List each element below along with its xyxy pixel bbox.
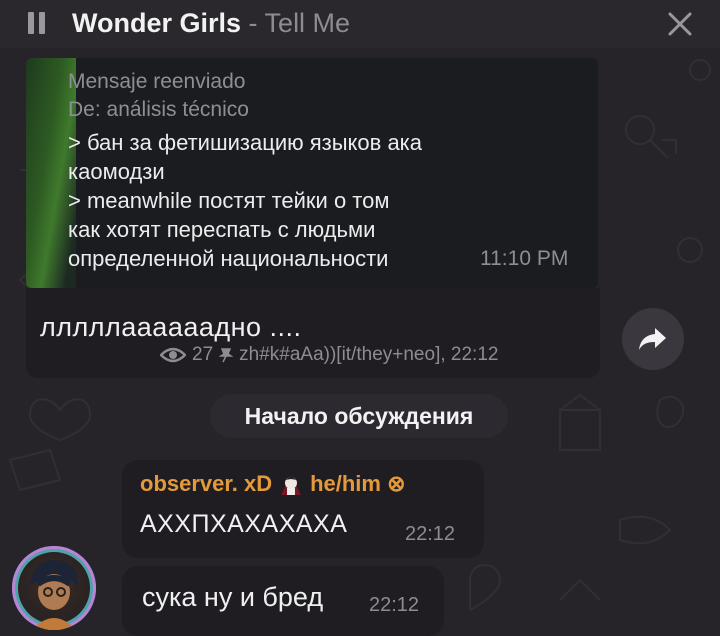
author-pronouns: he/him ⊗ <box>310 471 406 496</box>
comment-text: сука ну и бред <box>142 582 324 612</box>
forwarded-text: > бан за фетишизацию языков ака каомодзи… <box>68 130 423 271</box>
post-signature: zh#k#aAa))[it/they+neo], 22:12 <box>239 344 499 365</box>
song-artist: Tell Me <box>264 8 351 38</box>
post-meta: 27 zh#k#aAa))[it/they+neo], 22:12 <box>160 344 498 366</box>
pin-icon <box>219 348 234 363</box>
comment-text: АХХПХАХАХАХА <box>140 510 348 538</box>
vampire-emoji-icon <box>281 475 302 495</box>
title-separator: - <box>241 8 265 38</box>
comment-time: 22:12 <box>405 523 456 545</box>
share-arrow-icon <box>639 328 666 350</box>
avatar[interactable] <box>12 546 96 630</box>
now-playing-title: Wonder Girls - Tell Me <box>72 8 350 39</box>
author-name: observer. xD <box>140 471 273 496</box>
eye-icon <box>160 347 186 363</box>
discussion-start-label: Начало обсуждения <box>210 394 508 438</box>
comment-time: 22:12 <box>369 594 420 616</box>
post-text: ллллла​ааааадно .... <box>40 312 302 342</box>
player-header: Wonder Girls - Tell Me <box>0 0 720 48</box>
song-title: Wonder Girls <box>72 8 242 38</box>
forwarded-label: Mensaje reenviado <box>68 70 246 93</box>
forwarded-time: 11:10 PM <box>480 247 569 270</box>
pause-icon[interactable] <box>26 12 48 34</box>
forwarded-from[interactable]: De: análisis técnico <box>68 98 249 122</box>
avatar-illustration <box>30 560 79 630</box>
views-count: 27 <box>192 344 214 365</box>
share-button[interactable] <box>622 308 684 370</box>
close-icon[interactable] <box>664 8 696 40</box>
comment-author[interactable]: observer. xD he/him ⊗ <box>140 471 406 497</box>
